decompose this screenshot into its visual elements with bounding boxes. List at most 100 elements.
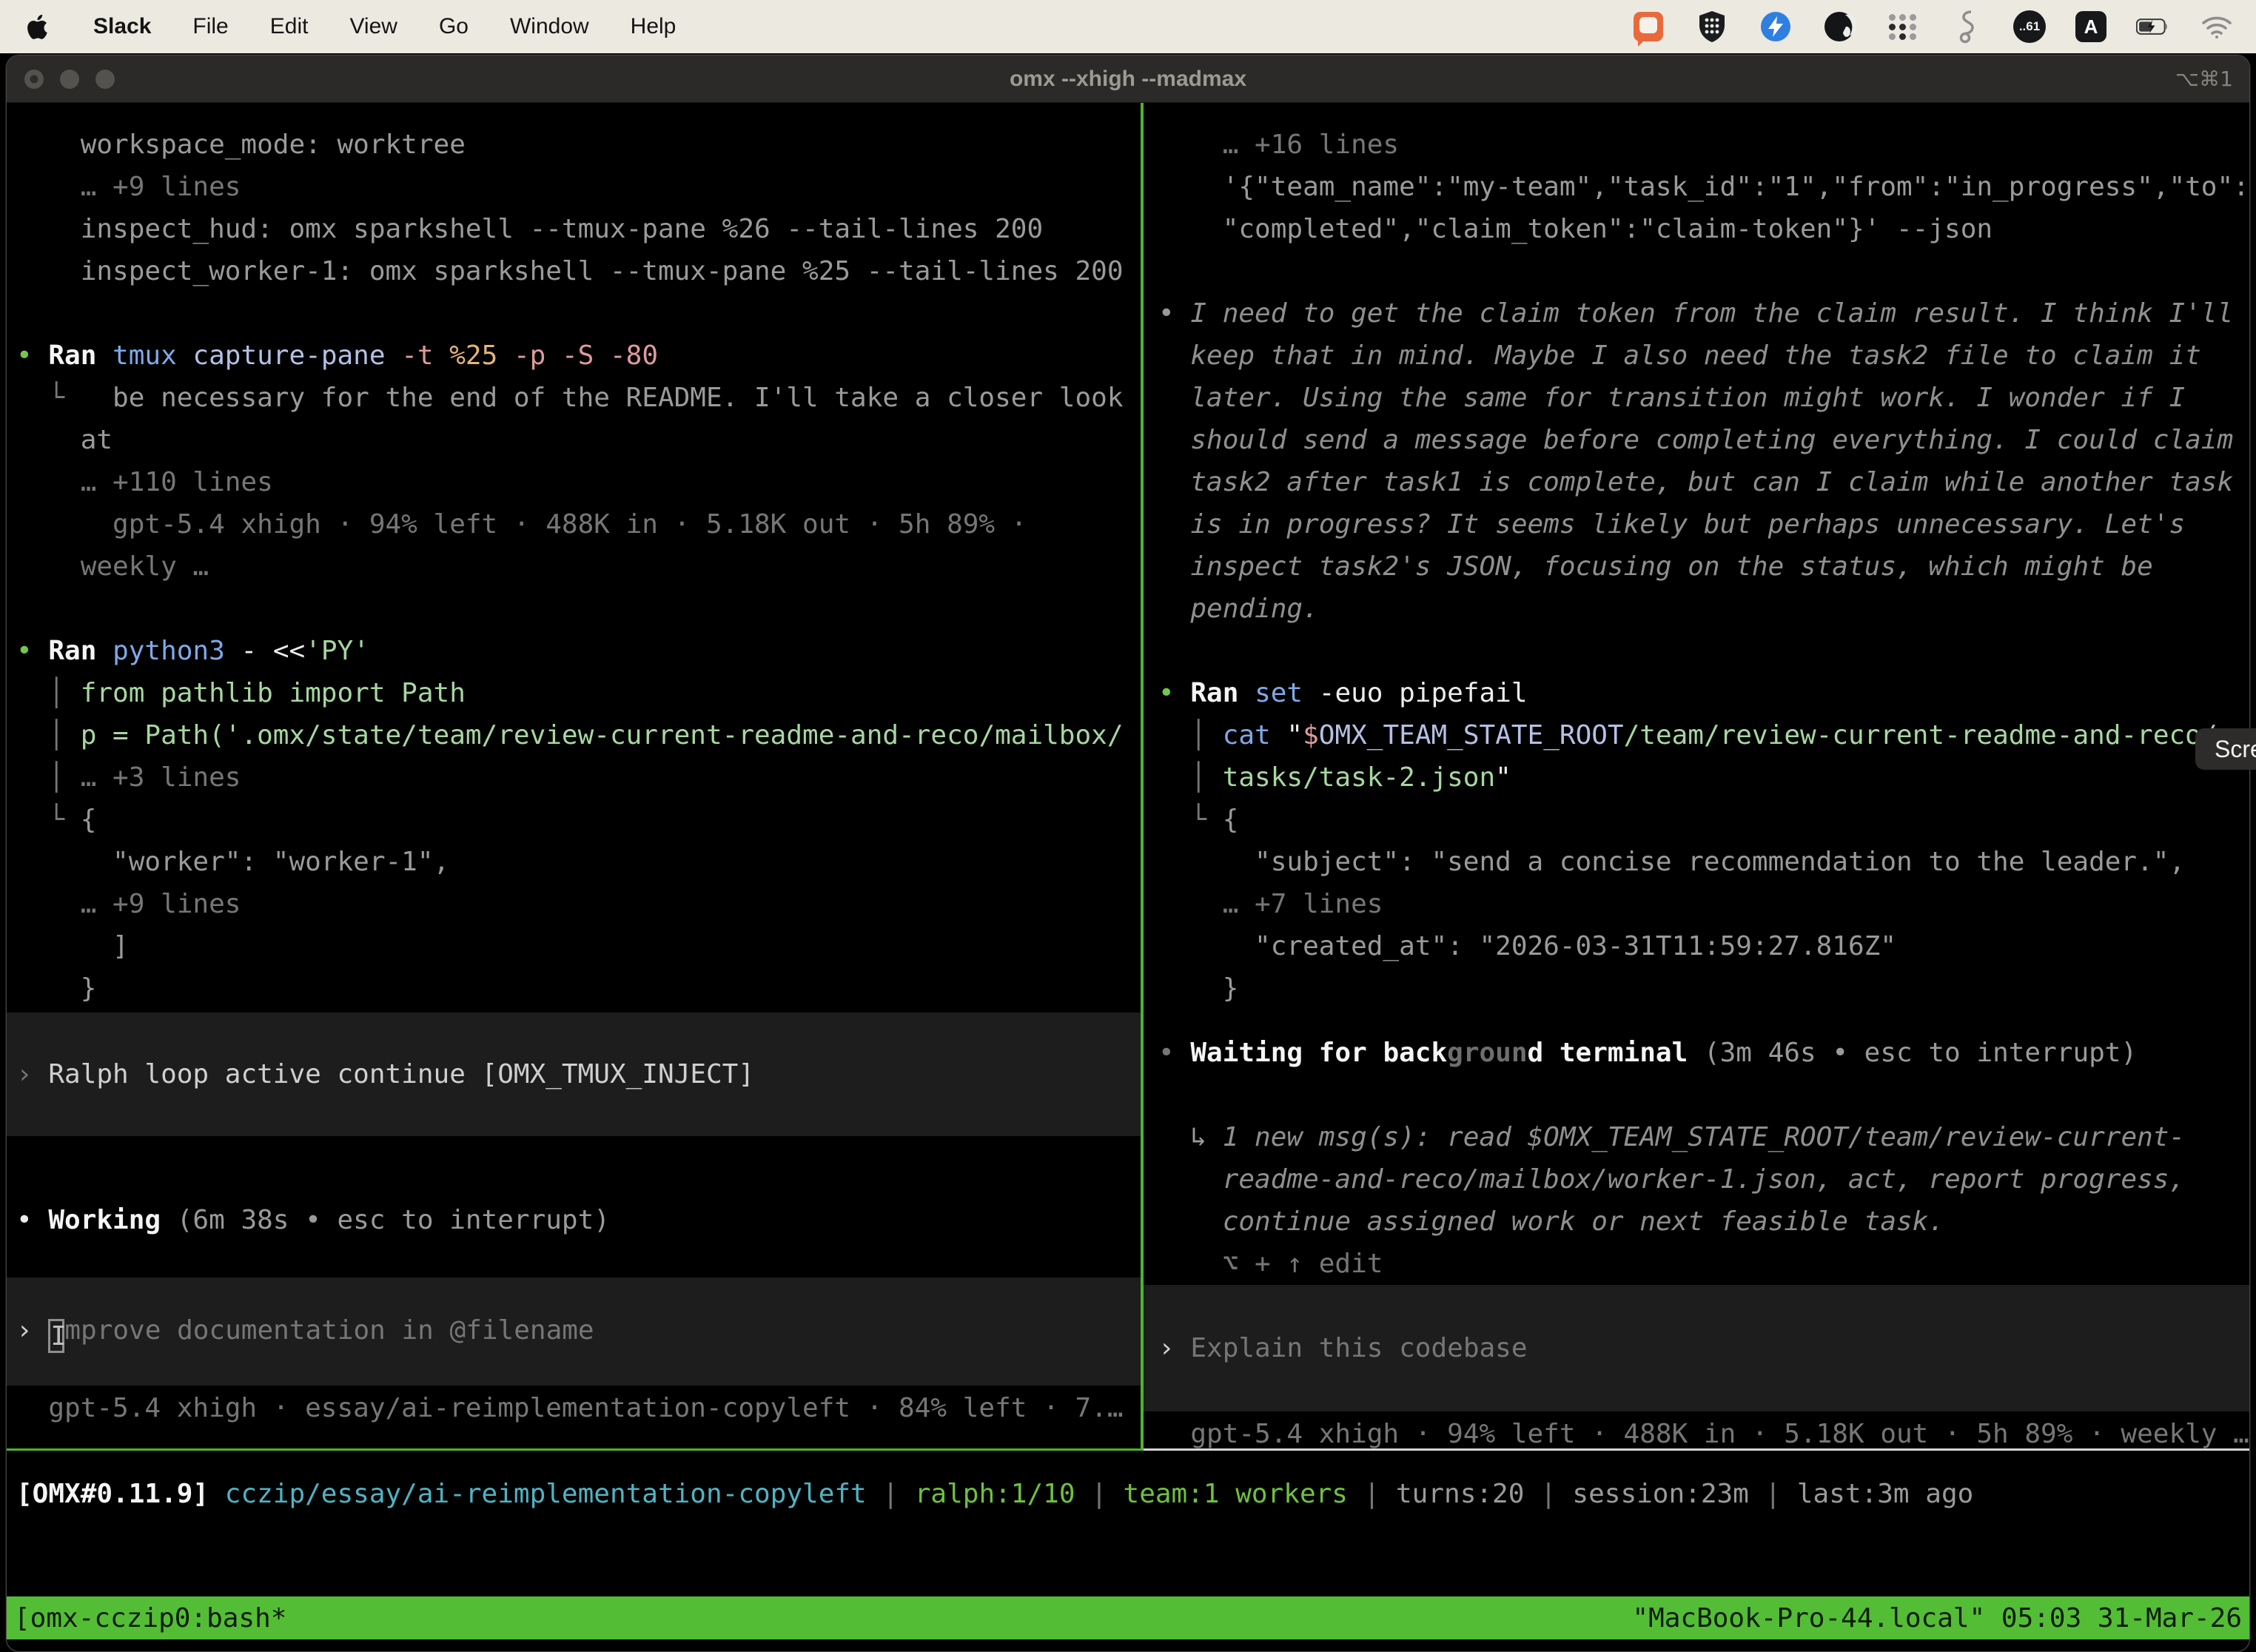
terminal-line: … +7 lines (1158, 883, 2249, 925)
terminal-line: "created_at": "2026-03-31T11:59:27.816Z" (1158, 925, 2249, 967)
ralph-loop-banner: › Ralph loop active continue [OMX_TMUX_I… (7, 1013, 1141, 1136)
terminal-line (1158, 1074, 2249, 1116)
left-pane-bottom: › Improve documentation in @filename gpt… (16, 1277, 1141, 1448)
prompt-input-right-lines: › Explain this codebase (1158, 1327, 2249, 1369)
terminal-line: • Ran set -euo pipefail (1158, 672, 2249, 714)
pane-bottom-border (7, 1448, 2249, 1451)
terminal-line: │ p = Path('.omx/state/team/review-curre… (16, 714, 1141, 756)
terminal-line: "subject": "send a concise recommendatio… (1158, 841, 2249, 883)
ralph-loop-banner-lines: › Ralph loop active continue [OMX_TMUX_I… (16, 1053, 1141, 1095)
terminal-line: "completed","claim_token":"claim-token"}… (1158, 208, 2249, 250)
pane-border-active-segment (7, 1448, 1144, 1451)
terminal-line: └ { (16, 799, 1141, 841)
terminal-line: │ cat "$OMX_TEAM_STATE_ROOT/team/review-… (1158, 714, 2249, 756)
terminal-line: │ tasks/task-2.json" (1158, 756, 2249, 799)
pane-border-inactive-segment (1144, 1448, 2249, 1451)
menu-item-help[interactable]: Help (631, 14, 677, 39)
terminal-line: ⌥ + ↑ edit (1158, 1243, 2249, 1285)
terminal-line: continue assigned work or next feasible … (1158, 1201, 2249, 1243)
terminal-line: … +9 lines (16, 166, 1141, 208)
terminal-line: task2 after task1 is complete, but can I… (1158, 461, 2249, 503)
window-title-bar[interactable]: omx --xhigh --madmax ⌥⌘1 (7, 56, 2249, 103)
terminal-line (16, 588, 1141, 630)
wifi-icon[interactable] (2200, 10, 2234, 44)
terminal-line: inspect_worker-1: omx sparkshell --tmux-… (16, 250, 1141, 292)
screen-tooltip: Scre (2195, 728, 2256, 770)
terminal-line: … +110 lines (16, 461, 1141, 503)
terminal-line: workspace_mode: worktree (16, 124, 1141, 166)
terminal-line: › Ralph loop active continue [OMX_TMUX_I… (16, 1053, 1141, 1095)
terminal-line: │ from pathlib import Path (16, 672, 1141, 714)
tmux-session-window: [omx-cczip0:bash* (14, 1603, 286, 1633)
menu-item-slack[interactable]: Slack (93, 14, 151, 39)
terminal-line: '{"team_name":"my-team","task_id":"1","f… (1158, 166, 2249, 208)
terminal-line: "worker": "worker-1", (16, 841, 1141, 883)
left-pane-status-line: gpt-5.4 xhigh · essay/ai-reimplementatio… (16, 1387, 1141, 1429)
terminal-line: › Explain this codebase (1158, 1327, 2249, 1369)
terminal-line: gpt-5.4 xhigh · 94% left · 488K in · 5.1… (1158, 1413, 2249, 1448)
prompt-input-left[interactable]: › Improve documentation in @filename (7, 1277, 1141, 1386)
terminal-body: workspace_mode: worktree … +9 lines insp… (7, 103, 2249, 1448)
tmux-status-bar: [omx-cczip0:bash* "MacBook-Pro-44.local"… (7, 1596, 2249, 1639)
squiggle-icon[interactable] (1950, 10, 1984, 44)
terminal-line (16, 1157, 1141, 1199)
menu-bar: Slack File Edit View Go Window Help (0, 0, 2256, 53)
terminal-line: [OMX#0.11.9] cczip/essay/ai-reimplementa… (16, 1473, 2249, 1515)
shield-icon[interactable] (1695, 10, 1729, 44)
terminal-line: … +16 lines (1158, 124, 2249, 166)
terminal-line: inspect_hud: omx sparkshell --tmux-pane … (16, 208, 1141, 250)
terminal-line: • Ran python3 - <<'PY' (16, 630, 1141, 672)
right-pane-bottom: › Explain this codebase gpt-5.4 xhigh · … (1158, 1285, 2249, 1448)
menu-item-edit[interactable]: Edit (270, 14, 309, 39)
terminal-line: } (1158, 967, 2249, 1010)
terminal-line: • Waiting for background terminal (3m 46… (1158, 1032, 2249, 1074)
tmux-host-clock: "MacBook-Pro-44.local" 05:03 31-Mar-26 (1632, 1603, 2242, 1633)
terminal-line (1158, 250, 2249, 292)
terminal-line: • Ran tmux capture-pane -t %25 -p -S -80 (16, 335, 1141, 377)
terminal-line: └ be necessary for the end of the README… (16, 377, 1141, 419)
menu-item-file[interactable]: File (192, 14, 228, 39)
menu-item-go[interactable]: Go (439, 14, 469, 39)
terminal-line: readme-and-reco/mailbox/worker-1.json, a… (1158, 1158, 2249, 1201)
chat-app-icon[interactable] (1631, 10, 1665, 44)
input-source-icon[interactable]: A (2075, 11, 2106, 42)
terminal-line: keep that in mind. Maybe I also need the… (1158, 335, 2249, 377)
terminal-line: inspect task2's JSON, focusing on the st… (1158, 545, 2249, 588)
battery-icon[interactable] (2136, 10, 2170, 44)
menu-item-view[interactable]: View (349, 14, 397, 39)
apple-icon[interactable] (27, 12, 52, 41)
terminal-line: … +9 lines (16, 883, 1141, 925)
menu-item-window[interactable]: Window (510, 14, 589, 39)
terminal-line: ↳ 1 new msg(s): read $OMX_TEAM_STATE_ROO… (1158, 1116, 2249, 1158)
dark-pie-icon[interactable] (1822, 10, 1856, 44)
terminal-line (16, 292, 1141, 335)
terminal-line: • Working (6m 38s • esc to interrupt) (16, 1199, 1141, 1241)
omx-hud: [OMX#0.11.9] cczip/essay/ai-reimplementa… (7, 1451, 2249, 1596)
right-pane[interactable]: … +16 lines '{"team_name":"my-team","tas… (1144, 103, 2249, 1448)
terminal-line: ] (16, 925, 1141, 967)
prompt-input-left-lines: › Improve documentation in @filename (16, 1309, 1141, 1353)
terminal-line: └ { (1158, 799, 2249, 841)
left-pane-scrollback: workspace_mode: worktree … +9 lines insp… (16, 124, 1141, 1010)
terminal-line: • I need to get the claim token from the… (1158, 292, 2249, 335)
window-title: omx --xhigh --madmax (7, 67, 2249, 92)
prompt-input-right[interactable]: › Explain this codebase (1144, 1285, 2249, 1411)
terminal-line: weekly … (16, 545, 1141, 588)
left-pane[interactable]: workspace_mode: worktree … +9 lines insp… (7, 103, 1141, 1448)
menu-bar-left: Slack File Edit View Go Window Help (0, 12, 676, 41)
terminal-line: is in progress? It seems likely but perh… (1158, 503, 2249, 545)
terminal-line (1158, 630, 2249, 672)
working-status: • Working (6m 38s • esc to interrupt) (16, 1157, 1141, 1241)
sync-bolt-icon[interactable] (1759, 10, 1793, 44)
terminal-line: gpt-5.4 xhigh · essay/ai-reimplementatio… (16, 1387, 1141, 1429)
terminal-window: omx --xhigh --madmax ⌥⌘1 workspace_mode:… (6, 55, 2250, 1652)
right-pane-status-line: gpt-5.4 xhigh · 94% left · 488K in · 5.1… (1158, 1413, 2249, 1448)
terminal-line: │ … +3 lines (16, 756, 1141, 799)
dots-grid-icon[interactable] (1886, 10, 1920, 44)
terminal-line: pending. (1158, 588, 2249, 630)
waiting-status: • Waiting for background terminal (3m 46… (1158, 1032, 2249, 1285)
percent-badge-icon[interactable]: ..61 (2013, 10, 2046, 43)
terminal-line: gpt-5.4 xhigh · 94% left · 488K in · 5.1… (16, 503, 1141, 545)
terminal-line: at (16, 419, 1141, 461)
menu-bar-status-icons: ..61 A (1631, 10, 2256, 44)
